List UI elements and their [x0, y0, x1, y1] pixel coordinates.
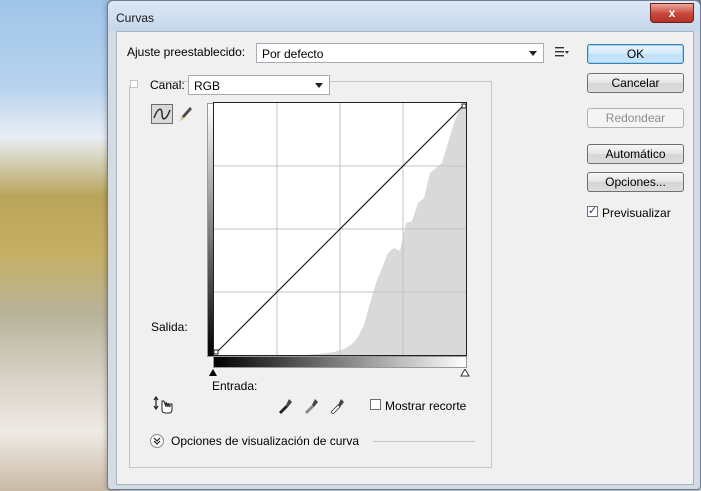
expand-chevron-icon[interactable] [150, 434, 164, 448]
gray-eyedropper-icon[interactable] [303, 396, 319, 414]
curve-graph-svg [213, 103, 467, 355]
targeted-adjust-icon[interactable] [153, 395, 175, 414]
preset-dropdown[interactable]: Por defecto [256, 43, 544, 63]
channel-value: RGB [194, 79, 221, 93]
background-photo [0, 0, 120, 491]
input-label: Entrada: [212, 379, 258, 393]
input-gradient-bar [213, 356, 467, 368]
output-label: Salida: [151, 320, 188, 334]
black-point-slider[interactable] [208, 368, 218, 378]
show-clipping-checkbox[interactable] [370, 399, 381, 410]
dialog-title: Curvas [116, 11, 155, 25]
show-clipping-label: Mostrar recorte [385, 399, 467, 413]
dialog-content: Ajuste preestablecido: Por defecto OK Ca… [116, 31, 694, 485]
preview-label: Previsualizar [602, 206, 671, 220]
black-eyedropper-icon[interactable] [277, 396, 293, 414]
preview-checkbox[interactable] [587, 204, 598, 217]
cancel-button[interactable]: Cancelar [587, 73, 684, 93]
auto-button[interactable]: Automático [587, 144, 684, 164]
preset-value: Por defecto [262, 47, 324, 61]
curve-point-white [461, 103, 467, 109]
curve-display-options-label[interactable]: Opciones de visualización de curva [171, 434, 359, 448]
close-icon: x [668, 6, 676, 20]
divider [373, 441, 475, 442]
curve-graph[interactable] [213, 102, 467, 356]
title-bar: Curvas x [108, 1, 700, 31]
channel-dropdown[interactable]: RGB [188, 75, 330, 95]
curves-dialog: Curvas x Ajuste preestablecido: Por defe… [107, 0, 701, 490]
curve-tool-icon[interactable] [151, 104, 173, 124]
chevron-down-icon [315, 83, 323, 88]
close-button[interactable]: x [650, 3, 694, 23]
white-eyedropper-icon[interactable] [329, 396, 345, 415]
chevron-down-icon [529, 51, 537, 56]
pencil-tool-icon[interactable] [177, 104, 195, 124]
curve-point-black [213, 349, 219, 355]
white-point-slider[interactable] [460, 367, 470, 378]
preset-menu-icon[interactable] [555, 46, 569, 58]
smooth-button[interactable]: Redondear [587, 108, 684, 128]
ok-button[interactable]: OK [587, 44, 684, 64]
options-button[interactable]: Opciones... [587, 172, 684, 192]
channel-label: Canal: [150, 78, 185, 92]
groupbox-corner [130, 80, 138, 88]
preset-label: Ajuste preestablecido: [127, 45, 246, 59]
